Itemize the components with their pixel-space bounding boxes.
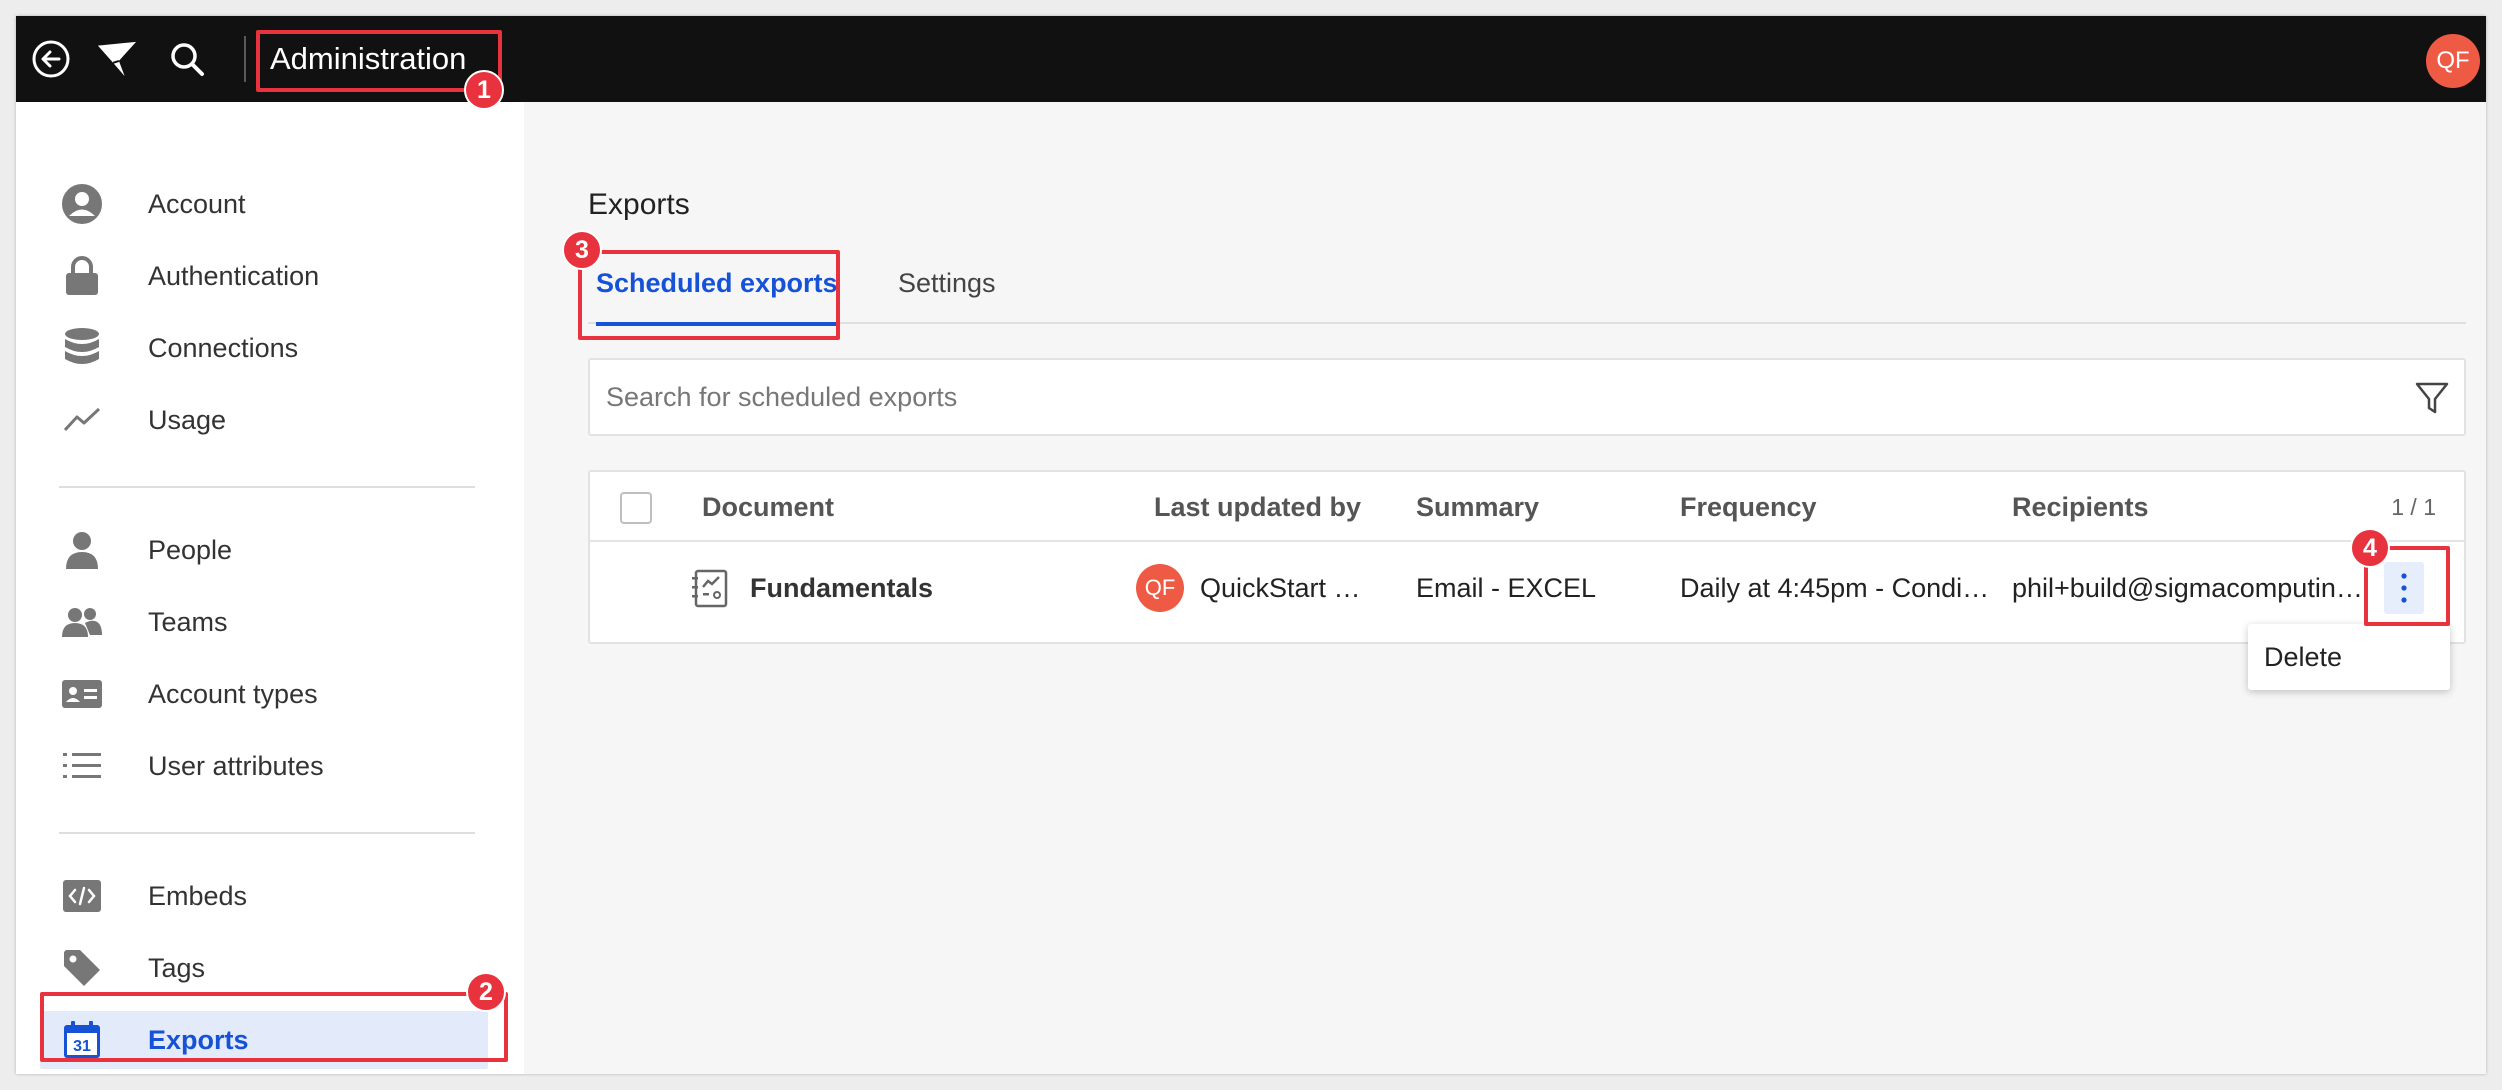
- column-header-recipients[interactable]: Recipients: [2012, 472, 2149, 542]
- tab-settings[interactable]: Settings: [898, 252, 996, 324]
- step-badge-1: 1: [464, 70, 504, 110]
- sidebar-item-label: Connections: [148, 332, 299, 363]
- sidebar-item-embeds[interactable]: Embeds: [40, 867, 488, 925]
- document-name-link[interactable]: Fundamentals: [750, 544, 1130, 632]
- column-header-document[interactable]: Document: [702, 472, 834, 542]
- sidebar-item-label: People: [148, 534, 233, 565]
- user-avatar[interactable]: QF: [2426, 34, 2480, 88]
- tag-icon: [40, 948, 124, 988]
- result-count: 1 / 1: [2391, 494, 2436, 520]
- sidebar-item-label: Teams: [148, 606, 228, 637]
- sigma-logo-icon[interactable]: [96, 38, 138, 80]
- sidebar-divider: [59, 486, 475, 488]
- menu-item-delete[interactable]: Delete: [2248, 624, 2450, 690]
- search-icon[interactable]: [166, 38, 208, 80]
- table-header: Document Last updated by Summary Frequen…: [590, 472, 2464, 542]
- tab-label: Scheduled exports: [596, 268, 838, 298]
- select-all-checkbox[interactable]: [620, 492, 652, 524]
- workbook-document-icon: [690, 568, 732, 610]
- team-icon: [40, 606, 124, 638]
- search-box: [588, 358, 2466, 436]
- sidebar-item-label: Tags: [148, 952, 206, 983]
- sidebar-item-account[interactable]: Account: [40, 175, 488, 233]
- sidebar-divider: [59, 832, 475, 834]
- frequency-cell: Daily at 4:45pm - Condi…: [1680, 573, 1990, 603]
- sidebar-item-people[interactable]: People: [40, 521, 488, 579]
- scheduled-exports-table: Document Last updated by Summary Frequen…: [588, 470, 2466, 644]
- sidebar-item-teams[interactable]: Teams: [40, 593, 488, 651]
- step-badge-4: 4: [2350, 528, 2390, 568]
- sidebar-item-account-types[interactable]: Account types: [40, 665, 488, 723]
- sidebar-item-label: Account: [148, 188, 246, 219]
- sidebar-item-label: Exports: [148, 1024, 249, 1055]
- sidebar-item-label: Usage: [148, 404, 227, 435]
- filter-icon[interactable]: [2412, 378, 2452, 418]
- summary-cell: Email - EXCEL: [1416, 573, 1597, 603]
- active-tab-indicator: [596, 322, 838, 326]
- tab-bar: Scheduled exports Settings: [588, 252, 2466, 326]
- top-bar: Administration QF: [16, 16, 2486, 102]
- column-header-summary[interactable]: Summary: [1416, 472, 1539, 542]
- sidebar-item-connections[interactable]: Connections: [40, 319, 488, 377]
- person-icon: [40, 530, 124, 570]
- step-badge-2: 2: [466, 972, 506, 1012]
- step-badge-3: 3: [562, 230, 602, 270]
- row-context-menu: Delete: [2248, 624, 2450, 690]
- sidebar: Account Authentication Connections Usage: [16, 102, 524, 1074]
- sidebar-item-exports[interactable]: 31 Exports: [40, 1011, 488, 1069]
- sidebar-item-label: Authentication: [148, 260, 320, 291]
- back-icon[interactable]: [30, 38, 72, 80]
- sidebar-item-label: User attributes: [148, 750, 324, 781]
- sidebar-item-user-attributes[interactable]: User attributes: [40, 737, 488, 795]
- topbar-divider: [244, 36, 246, 82]
- table-row[interactable]: Fundamentals QF QuickStart … Email - EXC…: [590, 544, 2464, 632]
- sidebar-item-label: Embeds: [148, 880, 248, 911]
- lock-icon: [40, 255, 124, 297]
- list-icon: [40, 751, 124, 781]
- sidebar-item-label: Account types: [148, 678, 318, 709]
- app-window: Administration QF Account Authentication…: [16, 16, 2486, 1074]
- column-header-last-updated-by[interactable]: Last updated by: [1154, 472, 1361, 542]
- avatar: QF: [1136, 564, 1184, 612]
- last-updated-by-cell: QuickStart …: [1200, 573, 1361, 603]
- id-card-icon: [40, 679, 124, 709]
- search-input[interactable]: [606, 360, 2366, 434]
- code-icon: [40, 879, 124, 913]
- account-icon: [40, 183, 124, 225]
- calendar-icon: 31: [40, 1020, 124, 1060]
- tab-label: Settings: [898, 268, 996, 298]
- page-title: Exports: [588, 188, 690, 221]
- sidebar-item-usage[interactable]: Usage: [40, 391, 488, 449]
- sidebar-item-tags[interactable]: Tags: [40, 939, 488, 997]
- database-icon: [40, 327, 124, 369]
- column-header-frequency[interactable]: Frequency: [1680, 472, 1817, 542]
- sidebar-item-authentication[interactable]: Authentication: [40, 247, 488, 305]
- calendar-day: 31: [73, 1038, 91, 1055]
- page-heading-administration: Administration: [270, 41, 467, 76]
- line-chart-icon: [40, 405, 124, 435]
- tab-scheduled-exports[interactable]: Scheduled exports: [596, 252, 838, 326]
- more-vertical-icon: [2401, 573, 2407, 603]
- recipients-cell: phil+build@sigmacomputin…: [2012, 573, 2363, 603]
- row-more-options-button[interactable]: [2384, 562, 2424, 614]
